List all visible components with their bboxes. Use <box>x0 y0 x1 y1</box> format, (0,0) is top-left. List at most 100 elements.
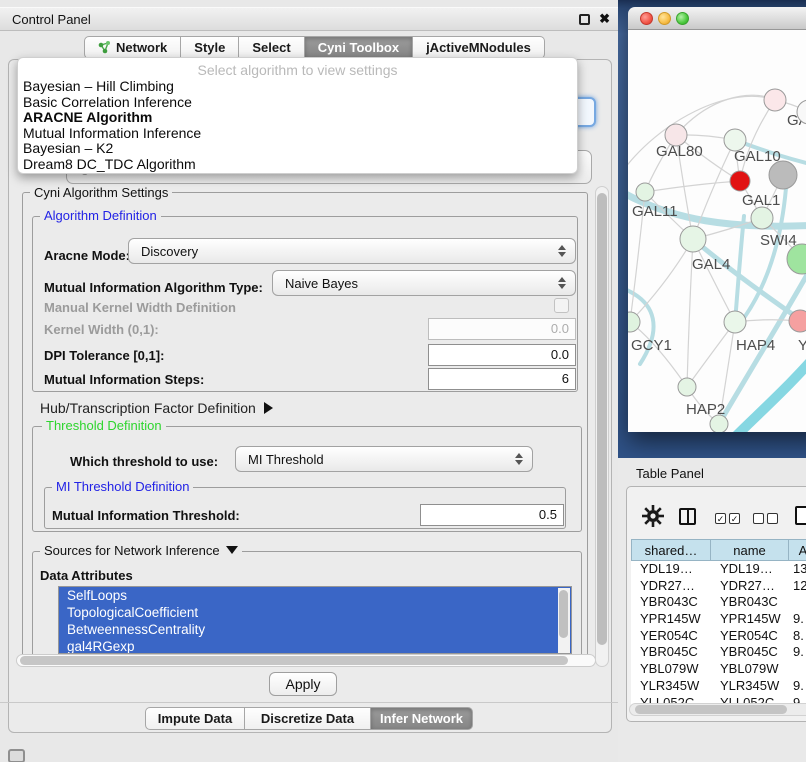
tab-style[interactable]: Style <box>181 36 239 59</box>
table-cell: 9. <box>789 644 806 661</box>
column-header[interactable]: name <box>711 539 789 561</box>
table-row[interactable]: YBL079WYBL079W <box>631 661 806 678</box>
apply-button[interactable]: Apply <box>269 672 337 696</box>
network-node[interactable] <box>680 226 706 252</box>
table-cell: YLR345W <box>711 678 789 695</box>
table-horizontal-scrollbar[interactable] <box>629 703 806 716</box>
tab-label: Select <box>252 37 290 59</box>
network-node[interactable] <box>751 207 773 229</box>
algorithm-option[interactable]: ARACNE Algorithm <box>18 110 577 126</box>
network-node[interactable] <box>764 89 786 111</box>
scrollbar-thumb[interactable] <box>20 656 568 665</box>
checked-pair-icon[interactable]: ✓✓ <box>715 513 740 524</box>
table-row[interactable]: YBR045CYBR045C9. <box>631 644 806 661</box>
table-cell: YER054C <box>711 628 789 645</box>
node-label: GAL11 <box>632 203 678 220</box>
algorithm-option[interactable]: Bayesian – K2 <box>18 141 577 157</box>
table-row[interactable]: YDR27…YDR27…12 <box>631 578 806 595</box>
minimized-panel-icon[interactable] <box>8 749 25 762</box>
table-cell: YDL19… <box>631 561 711 578</box>
mi-type-combobox[interactable]: Naive Bayes <box>272 270 576 296</box>
table-cell: YDR27… <box>711 578 789 595</box>
mi-threshold-title: MI Threshold Definition <box>52 480 193 493</box>
dpi-tolerance-input[interactable]: 0.0 <box>428 344 576 366</box>
data-attribute-item[interactable]: TopologicalCoefficient <box>59 604 571 621</box>
close-icon[interactable]: ✖ <box>599 11 610 27</box>
network-node[interactable] <box>730 171 750 191</box>
algorithm-option[interactable]: Bayesian – Hill Climbing <box>18 79 577 95</box>
algorithm-definition-title: Algorithm Definition <box>40 209 161 222</box>
tab-select[interactable]: Select <box>239 36 304 59</box>
which-threshold-value: MI Threshold <box>248 452 514 467</box>
network-node[interactable] <box>769 161 797 189</box>
table-cell <box>789 594 806 611</box>
tab-network[interactable]: Network <box>84 36 181 59</box>
algorithm-option[interactable]: Basic Correlation Inference <box>18 95 577 111</box>
network-node[interactable] <box>636 183 654 201</box>
panel-divider <box>0 702 618 703</box>
mac-zoom-button[interactable] <box>676 12 689 25</box>
mac-close-button[interactable] <box>640 12 653 25</box>
table-row[interactable]: YPR145WYPR145W9. <box>631 611 806 628</box>
list-scrollbar[interactable] <box>558 588 570 654</box>
network-node[interactable] <box>789 310 806 332</box>
network-node[interactable] <box>724 311 746 333</box>
expand-down-icon <box>226 546 238 554</box>
scrollbar-thumb[interactable] <box>559 590 568 638</box>
tab-cyni-toolbox[interactable]: Cyni Toolbox <box>305 36 413 59</box>
settings-horizontal-scrollbar[interactable] <box>16 654 596 667</box>
aracne-mode-label: Aracne Mode: <box>44 248 130 263</box>
gear-icon[interactable] <box>641 504 665 528</box>
expand-right-icon <box>264 402 273 414</box>
document-icon[interactable] <box>795 506 806 525</box>
kernel-width-label: Kernel Width (0,1): <box>44 322 159 337</box>
data-attribute-item[interactable]: gal4RGexp <box>59 638 571 654</box>
control-panel-tabbar: Network Style Select Cyni Toolbox jActiv… <box>84 36 545 59</box>
column-header[interactable]: shared… <box>631 539 711 561</box>
tab-discretize-data[interactable]: Discretize Data <box>245 707 371 730</box>
tab-jactivemnodules[interactable]: jActiveMNodules <box>413 36 545 59</box>
control-panel-titlebar: Control Panel ✖ <box>0 7 618 31</box>
aracne-mode-combobox[interactable]: Discovery <box>128 238 576 264</box>
kernel-width-input[interactable]: 0.0 <box>428 318 576 340</box>
columns-icon[interactable] <box>679 508 696 525</box>
data-attributes-list: SelfLoopsTopologicalCoefficientBetweenne… <box>58 586 572 654</box>
algorithm-option[interactable]: Mutual Information Inference <box>18 126 577 142</box>
mi-steps-input[interactable]: 6 <box>428 368 576 390</box>
hub-definition-toggle[interactable]: Hub/Transcription Factor Definition <box>40 400 273 416</box>
node-label: GAL80 <box>656 143 703 160</box>
algorithm-option[interactable]: Dream8 DC_TDC Algorithm <box>18 157 577 173</box>
algorithm-list: Bayesian – Hill ClimbingBasic Correlatio… <box>18 79 577 173</box>
network-canvas[interactable]: GALGAL80GAL10GAL1GAL11SWI4GAL4GCY1HAP4YH… <box>628 30 806 432</box>
sources-toggle[interactable]: Sources for Network Inference <box>40 544 242 557</box>
manual-kernel-checkbox[interactable] <box>554 298 569 313</box>
table-row[interactable]: YDL19…YDL19…13 <box>631 561 806 578</box>
network-node[interactable] <box>678 378 696 396</box>
table-row[interactable]: YLR345WYLR345W9. <box>631 678 806 695</box>
sources-title: Sources for Network Inference <box>44 543 220 558</box>
mi-threshold-input[interactable]: 0.5 <box>420 504 564 526</box>
data-attribute-item[interactable]: SelfLoops <box>59 587 571 604</box>
table-cell: YBR043C <box>631 594 711 611</box>
scrollbar-thumb[interactable] <box>597 193 607 645</box>
table-row[interactable]: YBR043CYBR043C <box>631 594 806 611</box>
manual-kernel-label: Manual Kernel Width Definition <box>44 300 236 315</box>
network-window-titlebar <box>628 7 806 30</box>
settings-vertical-scrollbar[interactable] <box>595 186 609 667</box>
table-cell: YPR145W <box>631 611 711 628</box>
tab-infer-network[interactable]: Infer Network <box>371 707 473 730</box>
which-threshold-combobox[interactable]: MI Threshold <box>235 446 533 472</box>
float-window-icon[interactable] <box>579 14 590 25</box>
unchecked-pair-icon[interactable] <box>753 513 778 524</box>
table-row[interactable]: YER054CYER054C8. <box>631 628 806 645</box>
scrollbar-thumb[interactable] <box>635 705 787 714</box>
threshold-definition-title: Threshold Definition <box>42 419 166 432</box>
column-header[interactable]: A… <box>789 539 806 561</box>
data-attribute-item[interactable]: BetweennessCentrality <box>59 621 571 638</box>
hub-definition-label: Hub/Transcription Factor Definition <box>40 400 256 416</box>
network-node[interactable] <box>710 415 728 432</box>
mac-minimize-button[interactable] <box>658 12 671 25</box>
tab-impute-data[interactable]: Impute Data <box>145 707 245 730</box>
mi-type-label: Mutual Information Algorithm Type: <box>44 280 263 295</box>
data-attributes-label: Data Attributes <box>40 568 133 583</box>
